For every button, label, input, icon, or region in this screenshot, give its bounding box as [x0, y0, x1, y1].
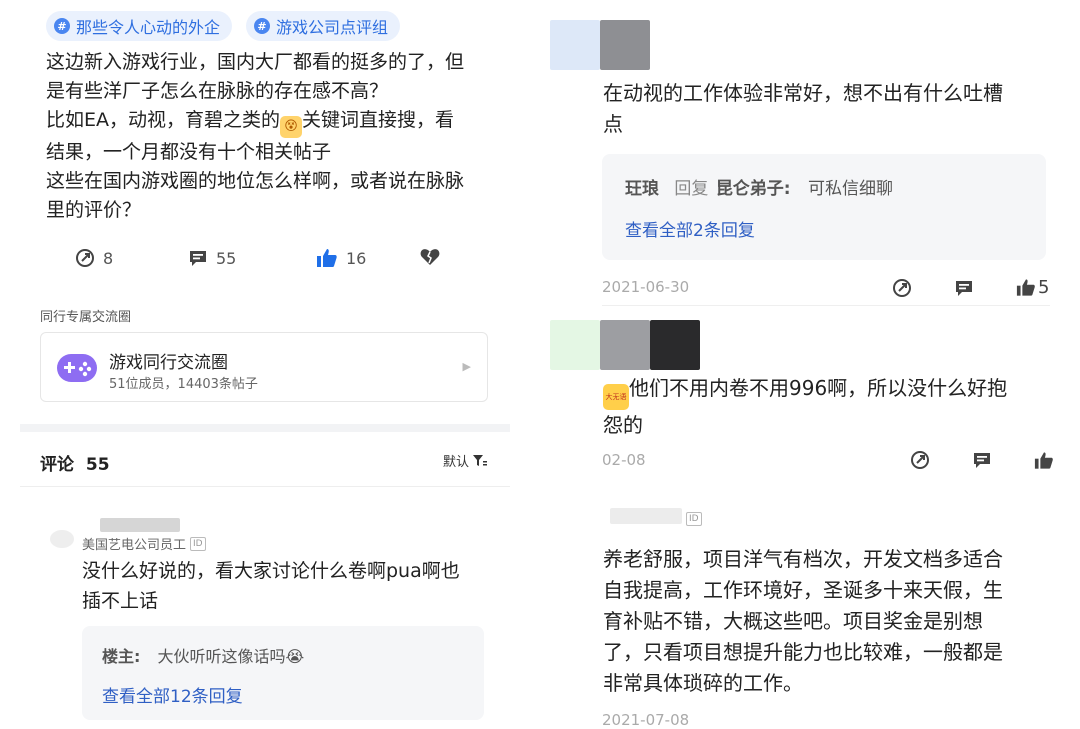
share-count: 8 [103, 248, 114, 268]
redacted-avatar [550, 20, 600, 70]
reply-line: 楼主: 大伙听听这像话吗😭 [102, 643, 304, 667]
comment-icon [190, 251, 206, 266]
reply-preview[interactable]: 楼主: 大伙听听这像话吗😭 查看全部12条回复 [82, 626, 484, 720]
share-action[interactable]: 8 [75, 248, 113, 268]
post-line: 里的评价？ [46, 199, 142, 221]
redacted-avatar [600, 20, 650, 70]
comment-line: 育补贴不错，大概这些吧。项目奖金是别想 [603, 609, 983, 633]
hash-icon: # [254, 18, 270, 34]
redacted-avatar [650, 320, 700, 370]
section-divider [20, 424, 510, 432]
comment-line: 养老舒服，项目洋气有档次，开发文档多适合 [603, 547, 1003, 571]
comment-count: 55 [216, 248, 237, 268]
comment-date: 2021-07-08 [602, 711, 690, 729]
comment-date: 02-08 [602, 451, 646, 469]
comment-icon[interactable] [972, 450, 992, 470]
comment-line: 在动视的工作体验非常好，想不出有什么吐槽 [603, 81, 1003, 105]
sort-button[interactable]: 默认 [443, 451, 488, 470]
post-line: 结果，一个月都没有十个相关帖子 [46, 141, 332, 163]
comment-actions: 5 [892, 277, 1049, 298]
reply-line: 玨琅 回复 昆仑弟子: 可私信细聊 [625, 174, 893, 199]
id-badge: ID [686, 512, 702, 526]
share-icon[interactable] [910, 450, 930, 470]
comment-line: 怨的 [603, 413, 643, 437]
left-panel: # 那些令人心动的外企 # 游戏公司点评组 这边新入游戏行业，国内大厂都看的挺多… [0, 0, 520, 720]
comment-line: 自我提高，工作环境好，圣诞多十来天假，生 [603, 578, 1003, 602]
comment-line-part: 他们不用内卷不用996啊，所以没什么好抱 [629, 376, 1008, 400]
thumbs-up-icon [317, 249, 337, 267]
reply-text: 大伙听听这像话吗 [157, 647, 286, 666]
gamepad-icon [57, 354, 97, 382]
post-line: 比如EA，动视，育碧之类的 😵 关键词直接搜，看 [46, 106, 496, 138]
topic-tag-label: 游戏公司点评组 [276, 18, 389, 37]
broken-heart-icon [420, 249, 440, 265]
topic-tag-label: 那些令人心动的外企 [76, 18, 221, 37]
post-line-part: 关键词直接搜，看 [302, 109, 455, 131]
reply-author: 玨琅 [625, 179, 659, 199]
circle-title: 游戏同行交流圈 [109, 353, 228, 373]
hash-icon: # [54, 18, 70, 34]
post-body: 这边新入游戏行业，国内大厂都看的挺多的了，但 是有些洋厂子怎么在脉脉的存在感不高… [46, 48, 496, 225]
header-divider [20, 486, 510, 487]
like-count: 16 [346, 248, 367, 268]
crying-emoji-icon: 😭 [285, 647, 305, 666]
circle-meta: 51位成员，14403条帖子 [109, 377, 258, 392]
thumbs-up-icon[interactable] [1016, 278, 1036, 297]
comments-count: 55 [85, 455, 110, 475]
reply-preview[interactable]: 玨琅 回复 昆仑弟子: 可私信细聊 查看全部2条回复 [602, 154, 1046, 260]
comment-line: 非常具体琐碎的工作。 [603, 671, 803, 695]
redacted-username [100, 518, 180, 532]
comment-body: 在动视的工作体验非常好，想不出有什么吐槽 点 [603, 78, 1053, 140]
circle-section-label: 同行专属交流圈 [40, 310, 132, 325]
reply-author: 楼主: [102, 647, 141, 666]
comment-body: 没什么好说的，看大家讨论什么卷啊pua啊也 插不上话 [82, 556, 492, 616]
comment-icon[interactable] [954, 278, 974, 298]
comments-header: 评论 55 [40, 450, 110, 475]
filter-icon [473, 454, 488, 466]
redacted-avatar [550, 320, 600, 370]
dislike-action[interactable] [420, 248, 448, 266]
view-all-replies-link[interactable]: 查看全部12条回复 [102, 682, 243, 707]
comment-actions [910, 450, 1054, 470]
share-icon [76, 249, 94, 267]
share-icon[interactable] [892, 278, 912, 298]
reply-target: 昆仑弟子: [715, 179, 791, 199]
speechless-emoji-icon: 大无语 [603, 384, 629, 410]
sort-label: 默认 [443, 455, 470, 470]
comment-line: 插不上话 [82, 590, 159, 612]
comment-line: 了，只看项目想提升能力也比较难，一般都是 [603, 640, 1003, 664]
reply-word: 回复 [674, 179, 709, 199]
commenter-company: 美国艺电公司员工 ID [82, 534, 206, 553]
view-all-replies-link[interactable]: 查看全部2条回复 [625, 216, 755, 241]
post-line: 这边新入游戏行业，国内大厂都看的挺多的了，但 [46, 51, 465, 73]
topic-tag-game-company-review[interactable]: # 游戏公司点评组 [246, 11, 401, 41]
circle-card[interactable]: 游戏同行交流圈 51位成员，14403条帖子 ▶ [40, 332, 488, 402]
confused-emoji-icon: 😵 [280, 116, 303, 138]
post-line-part: 比如EA，动视，育碧之类的 [46, 109, 281, 131]
post-line: 这些在国内游戏圈的地位怎么样啊，或者说在脉脉 [46, 170, 465, 192]
comment-line: 没什么好说的，看大家讨论什么卷啊pua啊也 [82, 560, 460, 582]
comment-action[interactable]: 55 [188, 248, 236, 268]
comment-date: 2021-06-30 [602, 278, 690, 296]
redacted-username [610, 508, 682, 524]
company-label: 美国艺电公司员工 [82, 538, 187, 553]
comment-body: 养老舒服，项目洋气有档次，开发文档多适合 自我提高，工作环境好，圣诞多十来天假，… [603, 544, 1053, 699]
topic-tag-foreign-companies[interactable]: # 那些令人心动的外企 [46, 11, 233, 41]
reply-text: 可私信细聊 [808, 179, 894, 199]
redacted-avatar [600, 320, 650, 370]
comment-line: 点 [603, 112, 623, 136]
comments-label: 评论 [40, 455, 74, 475]
comment-body: 大无语 他们不用内卷不用996啊，所以没什么好抱 怨的 [603, 373, 1053, 441]
like-action[interactable]: 16 [316, 248, 366, 268]
post-line: 是有些洋厂子怎么在脉脉的存在感不高？ [46, 80, 389, 102]
avatar[interactable] [50, 530, 74, 548]
like-count: 5 [1038, 277, 1050, 298]
thumbs-up-icon[interactable] [1034, 451, 1054, 470]
chevron-right-icon: ▶ [462, 360, 471, 373]
comment-line: 大无语 他们不用内卷不用996啊，所以没什么好抱 [603, 373, 1053, 410]
comment-divider [602, 305, 1050, 306]
id-badge: ID [190, 536, 206, 551]
